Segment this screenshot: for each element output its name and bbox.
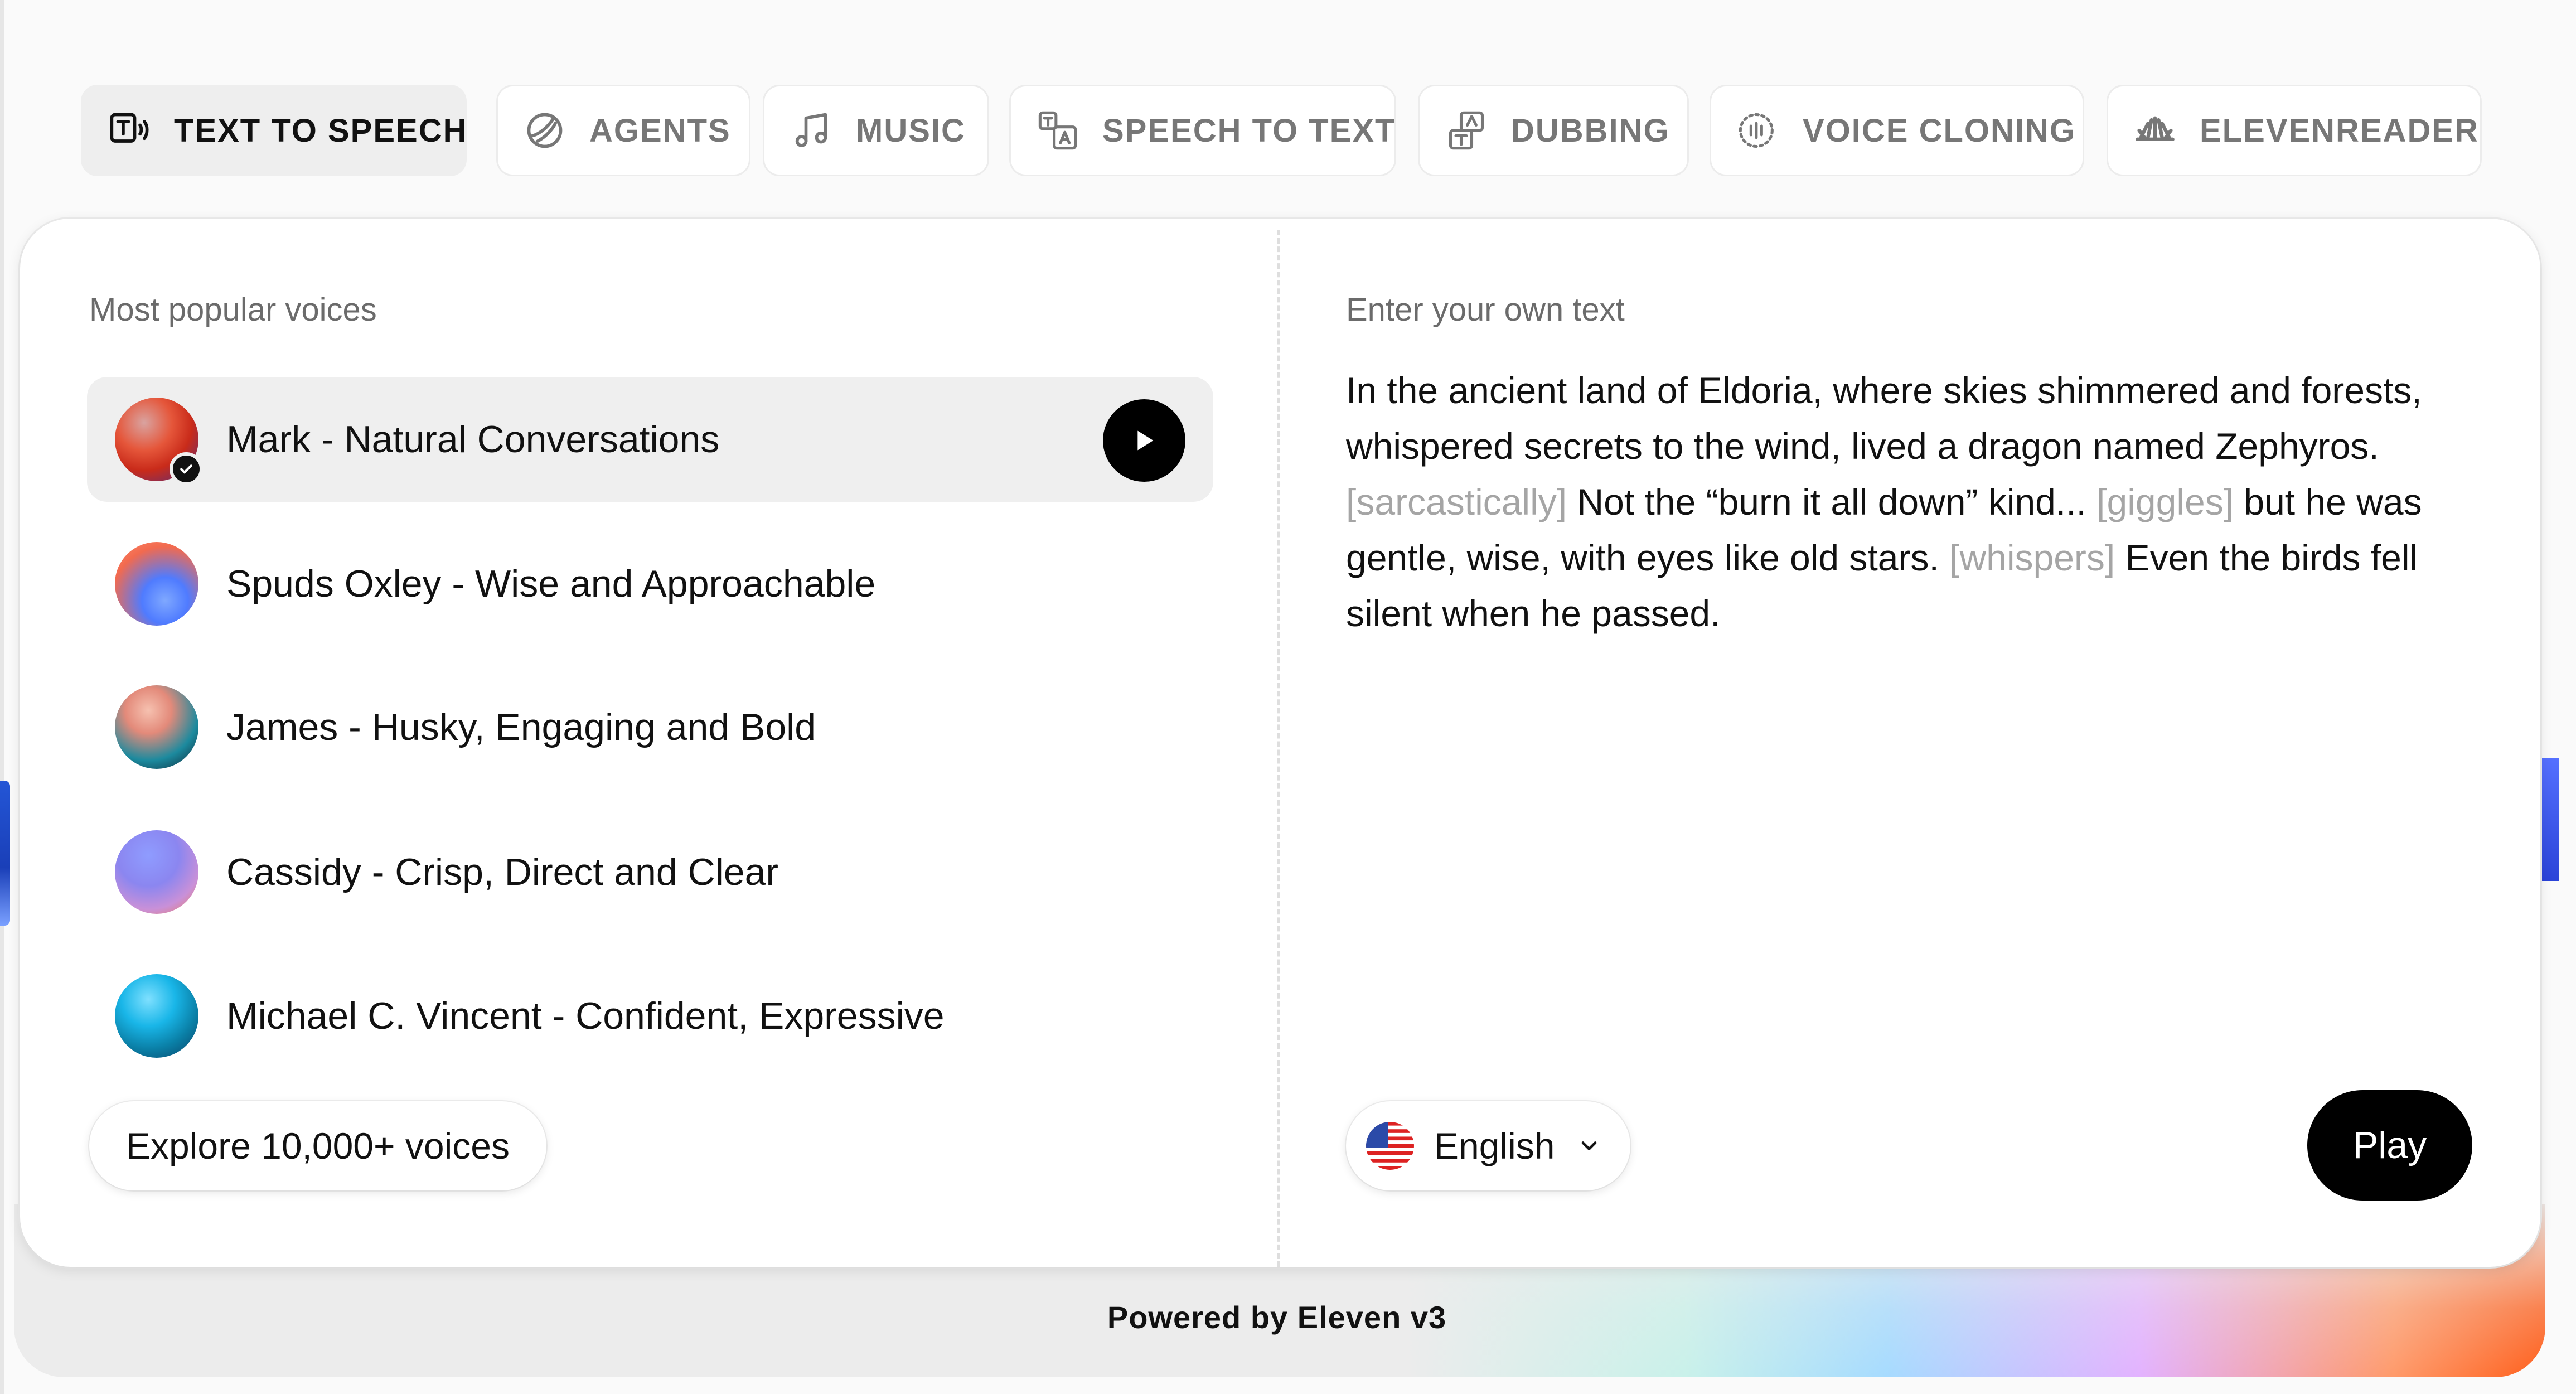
avatar — [115, 830, 198, 914]
tab-dubbing[interactable]: DUBBING — [1418, 85, 1689, 176]
tab-label: AGENTS — [589, 112, 731, 149]
play-button[interactable]: Play — [2307, 1090, 2472, 1201]
tab-label: ELEVENREADER — [2200, 112, 2479, 149]
story-text: In the ancient land of Eldoria, where sk… — [1346, 370, 2422, 467]
explore-voices-button[interactable]: Explore 10,000+ voices — [89, 1101, 546, 1190]
voice-item-mark[interactable]: Mark - Natural Conversations — [87, 377, 1213, 502]
tab-voice-cloning[interactable]: VOICE CLONING — [1710, 85, 2084, 176]
chevron-down-icon — [1577, 1134, 1601, 1158]
play-icon — [1137, 430, 1154, 451]
text-heading: Enter your own text — [1346, 292, 1625, 328]
emotion-tag: [sarcastically] — [1346, 481, 1567, 522]
page-edge — [0, 0, 4, 1394]
voices-heading: Most popular voices — [89, 292, 377, 328]
emotion-tag: [whispers] — [1949, 537, 2115, 578]
tab-label: MUSIC — [856, 112, 966, 149]
tab-agents[interactable]: AGENTS — [496, 85, 750, 176]
powered-by-text: Powered by Eleven v3 — [1107, 1300, 1447, 1335]
elevenreader-icon — [2134, 109, 2176, 152]
voice-play-button[interactable] — [1103, 399, 1185, 482]
voice-item-michael-c-vincent[interactable]: Michael C. Vincent - Confident, Expressi… — [87, 953, 1213, 1078]
tab-label: DUBBING — [1511, 112, 1670, 149]
tab-elevenreader[interactable]: ELEVENREADER — [2107, 85, 2482, 176]
tab-music[interactable]: MUSIC — [763, 85, 989, 176]
left-decorative-accent — [0, 781, 10, 926]
selected-check-icon — [170, 452, 203, 486]
voice-cloning-icon — [1737, 109, 1779, 152]
tab-label: SPEECH TO TEXT — [1102, 112, 1396, 149]
voice-item-cassidy[interactable]: Cassidy - Crisp, Direct and Clear — [87, 810, 1213, 935]
avatar — [115, 398, 203, 486]
tab-label: TEXT TO SPEECH — [174, 112, 467, 149]
voice-item-james[interactable]: James - Husky, Engaging and Bold — [87, 665, 1213, 790]
dubbing-icon — [1445, 109, 1488, 152]
avatar — [115, 974, 198, 1058]
tab-label: VOICE CLONING — [1803, 112, 2076, 149]
avatar — [115, 542, 198, 626]
voice-item-spuds-oxley[interactable]: Spuds Oxley - Wise and Approachable — [87, 521, 1213, 646]
voice-label: Mark - Natural Conversations — [226, 418, 720, 461]
music-note-icon — [790, 109, 832, 152]
voice-label: Cassidy - Crisp, Direct and Clear — [226, 851, 779, 893]
panel-divider — [1277, 230, 1280, 1267]
language-select[interactable]: English — [1346, 1101, 1631, 1190]
speech-to-text-icon — [1037, 109, 1079, 152]
tab-speech-to-text[interactable]: SPEECH TO TEXT — [1009, 85, 1396, 176]
language-label: English — [1434, 1125, 1555, 1166]
story-text-input[interactable]: In the ancient land of Eldoria, where sk… — [1346, 362, 2450, 641]
avatar — [115, 685, 198, 769]
agents-icon — [524, 109, 566, 152]
voice-label: Michael C. Vincent - Confident, Expressi… — [226, 995, 945, 1037]
emotion-tag: [giggles] — [2096, 481, 2234, 522]
voice-label: Spuds Oxley - Wise and Approachable — [226, 563, 876, 605]
tab-text-to-speech[interactable]: TEXT TO SPEECH — [81, 85, 467, 176]
story-text: Not the “burn it all down” kind... — [1567, 481, 2097, 522]
voice-label: James - Husky, Engaging and Bold — [226, 706, 816, 748]
us-flag-icon — [1366, 1122, 1414, 1170]
text-to-speech-icon — [108, 109, 151, 152]
